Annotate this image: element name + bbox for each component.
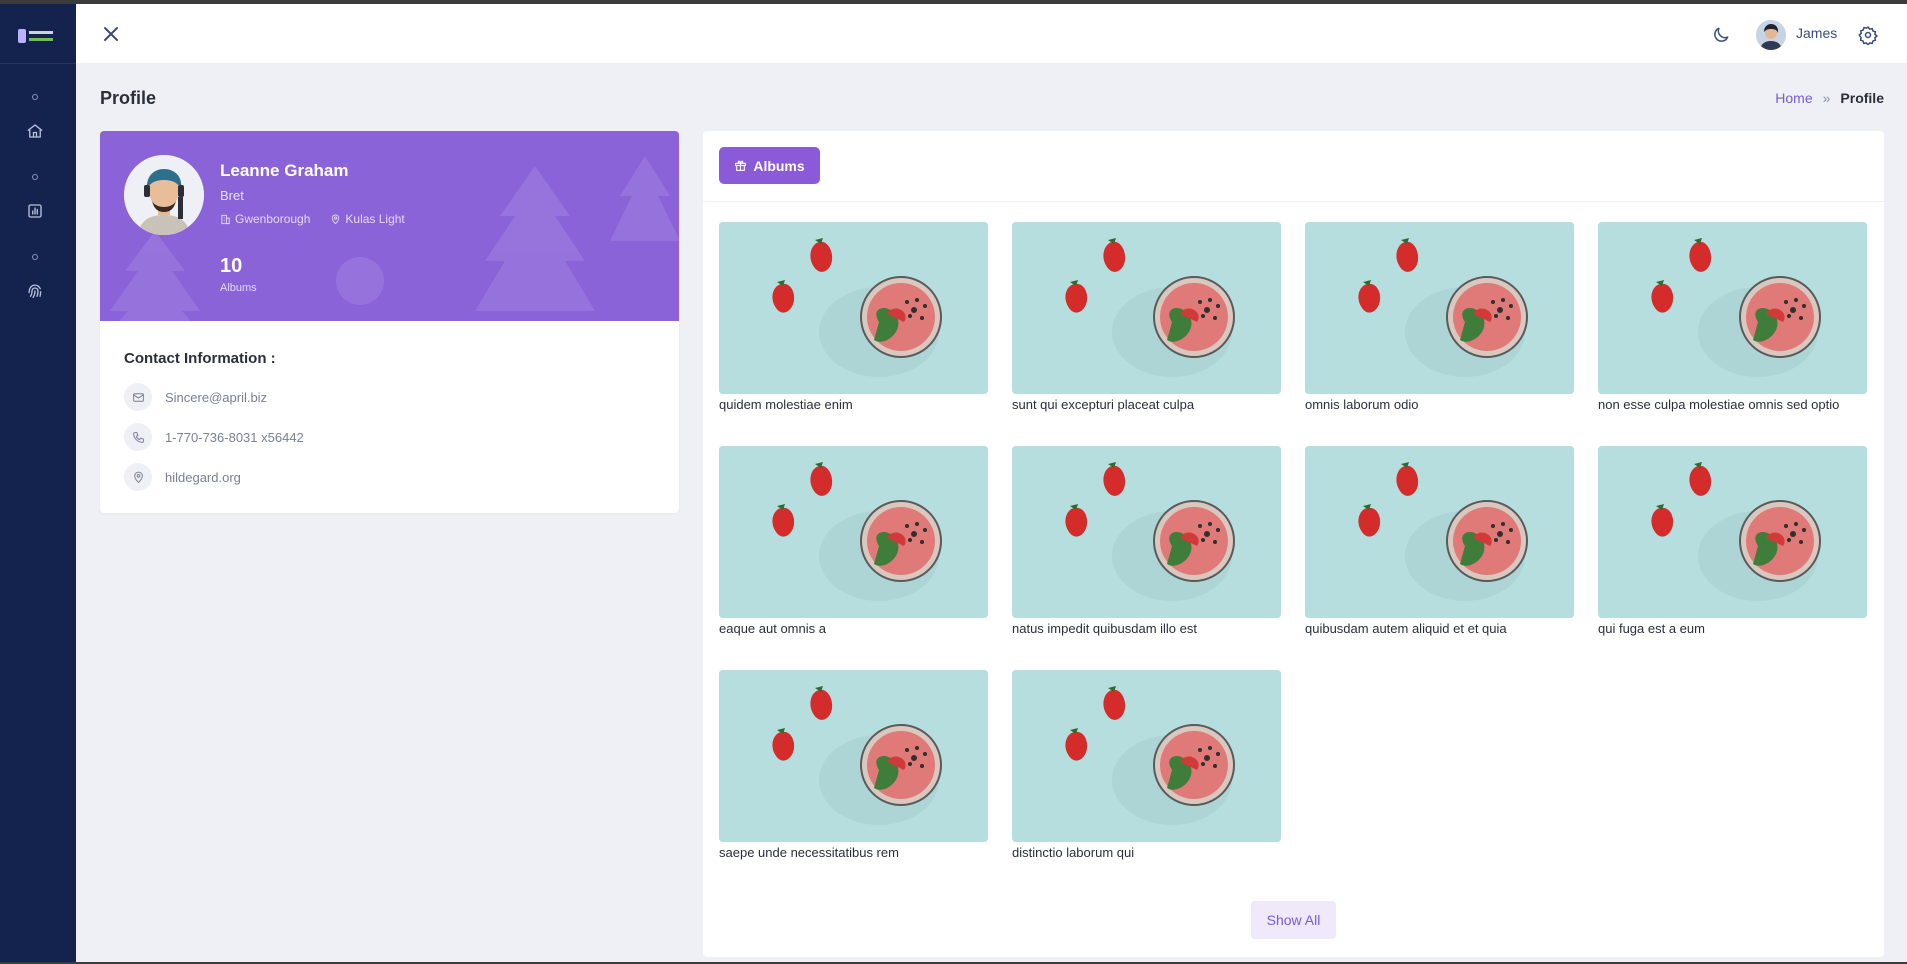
album-thumbnail[interactable] [1305, 446, 1574, 618]
albums-card: Albums quidem molestiae enim sunt qui exc… [703, 131, 1884, 957]
album-item[interactable]: non esse culpa molestiae omnis sed optio [1598, 222, 1867, 412]
sidebar [0, 4, 76, 962]
contact-email-text[interactable]: Sincere@april.biz [165, 390, 267, 405]
banner-decoration [110, 231, 200, 321]
avatar[interactable] [1756, 20, 1786, 50]
location-pin-icon [124, 463, 152, 491]
album-thumbnail[interactable] [719, 222, 988, 394]
app-logo[interactable] [18, 28, 54, 44]
show-all-button[interactable]: Show All [1251, 901, 1336, 939]
gift-icon [735, 160, 747, 171]
banner-decoration [336, 257, 384, 305]
tab-albums[interactable]: Albums [719, 147, 820, 184]
contact-email: Sincere@april.biz [124, 383, 267, 411]
album-thumbnail[interactable] [1598, 222, 1867, 394]
album-title[interactable]: eaque aut omnis a [719, 621, 988, 636]
contact-website: hildegard.org [124, 463, 241, 491]
chart-icon[interactable] [26, 202, 44, 220]
menu-group-dot [32, 254, 38, 260]
album-title[interactable]: non esse culpa molestiae omnis sed optio [1598, 397, 1867, 412]
breadcrumb-separator: » [1822, 90, 1831, 106]
home-icon[interactable] [26, 122, 44, 140]
user-name[interactable]: James [1796, 25, 1837, 41]
menu-group-dot [32, 174, 38, 180]
album-grid: quidem molestiae enim sunt qui excepturi … [719, 222, 1868, 860]
profile-card: Leanne Graham Bret Gwenborough Kulas Lig… [100, 131, 679, 513]
location-pin-icon [332, 214, 340, 224]
contact-website-text[interactable]: hildegard.org [165, 470, 241, 485]
album-item[interactable]: omnis laborum odio [1305, 222, 1574, 412]
logo-wordmark [29, 31, 53, 41]
profile-banner: Leanne Graham Bret Gwenborough Kulas Lig… [100, 131, 679, 321]
moon-icon[interactable] [1711, 25, 1731, 45]
page-title: Profile [100, 88, 157, 108]
profile-city-text: Gwenborough [235, 212, 311, 226]
profile-street-text: Kulas Light [345, 212, 405, 226]
album-thumbnail[interactable] [1012, 222, 1281, 394]
album-item[interactable]: quibusdam autem aliquid et et quia [1305, 446, 1574, 636]
logo-mark [18, 29, 26, 43]
album-title[interactable]: omnis laborum odio [1305, 397, 1574, 412]
breadcrumb-home-link[interactable]: Home [1775, 90, 1812, 106]
album-thumbnail[interactable] [719, 670, 988, 842]
album-item[interactable]: eaque aut omnis a [719, 446, 988, 636]
avatar [124, 155, 204, 235]
album-item[interactable]: natus impedit quibusdam illo est [1012, 446, 1281, 636]
profile-username: Bret [220, 188, 244, 203]
gear-icon[interactable] [1858, 25, 1879, 47]
building-icon [221, 214, 230, 224]
close-icon[interactable] [101, 24, 121, 44]
album-title[interactable]: quibusdam autem aliquid et et quia [1305, 621, 1574, 636]
profile-city: Gwenborough [220, 212, 310, 226]
album-thumbnail[interactable] [1012, 670, 1281, 842]
album-count-label: Albums [220, 282, 257, 294]
album-title[interactable]: quidem molestiae enim [719, 397, 988, 412]
album-thumbnail[interactable] [1012, 446, 1281, 618]
top-bar: James [76, 4, 1907, 63]
album-thumbnail[interactable] [719, 446, 988, 618]
mail-icon [124, 383, 152, 411]
profile-street: Kulas Light [330, 212, 405, 226]
profile-meta: Gwenborough Kulas Light [220, 212, 405, 226]
contact-phone: 1-770-736-8031 x56442 [124, 423, 304, 451]
album-item[interactable]: qui fuga est a eum [1598, 446, 1867, 636]
phone-icon [124, 423, 152, 451]
fingerprint-icon[interactable] [26, 282, 44, 300]
banner-decoration [610, 156, 679, 241]
album-title[interactable]: saepe unde necessitatibus rem [719, 845, 988, 860]
album-item[interactable]: saepe unde necessitatibus rem [719, 670, 988, 860]
breadcrumb-current: Profile [1840, 90, 1884, 106]
album-item[interactable]: quidem molestiae enim [719, 222, 988, 412]
album-count: 10 [220, 255, 243, 277]
tab-albums-label: Albums [753, 157, 805, 174]
album-title[interactable]: natus impedit quibusdam illo est [1012, 621, 1281, 636]
albums-divider [703, 201, 1884, 202]
album-item[interactable]: distinctio laborum qui [1012, 670, 1281, 860]
album-thumbnail[interactable] [1305, 222, 1574, 394]
album-title[interactable]: sunt qui excepturi placeat culpa [1012, 397, 1281, 412]
profile-name: Leanne Graham [220, 161, 349, 180]
menu-group-dot [32, 94, 38, 100]
album-title[interactable]: qui fuga est a eum [1598, 621, 1867, 636]
contact-phone-text[interactable]: 1-770-736-8031 x56442 [165, 430, 304, 445]
sidebar-divider [0, 63, 76, 64]
album-title[interactable]: distinctio laborum qui [1012, 845, 1281, 860]
banner-decoration [475, 166, 595, 311]
contact-title: Contact Information : [124, 350, 276, 367]
app-window: James Profile Home » Profile Leanne Grah… [0, 4, 1907, 962]
album-item[interactable]: sunt qui excepturi placeat culpa [1012, 222, 1281, 412]
breadcrumb: Home » Profile [1775, 90, 1884, 106]
album-thumbnail[interactable] [1598, 446, 1867, 618]
